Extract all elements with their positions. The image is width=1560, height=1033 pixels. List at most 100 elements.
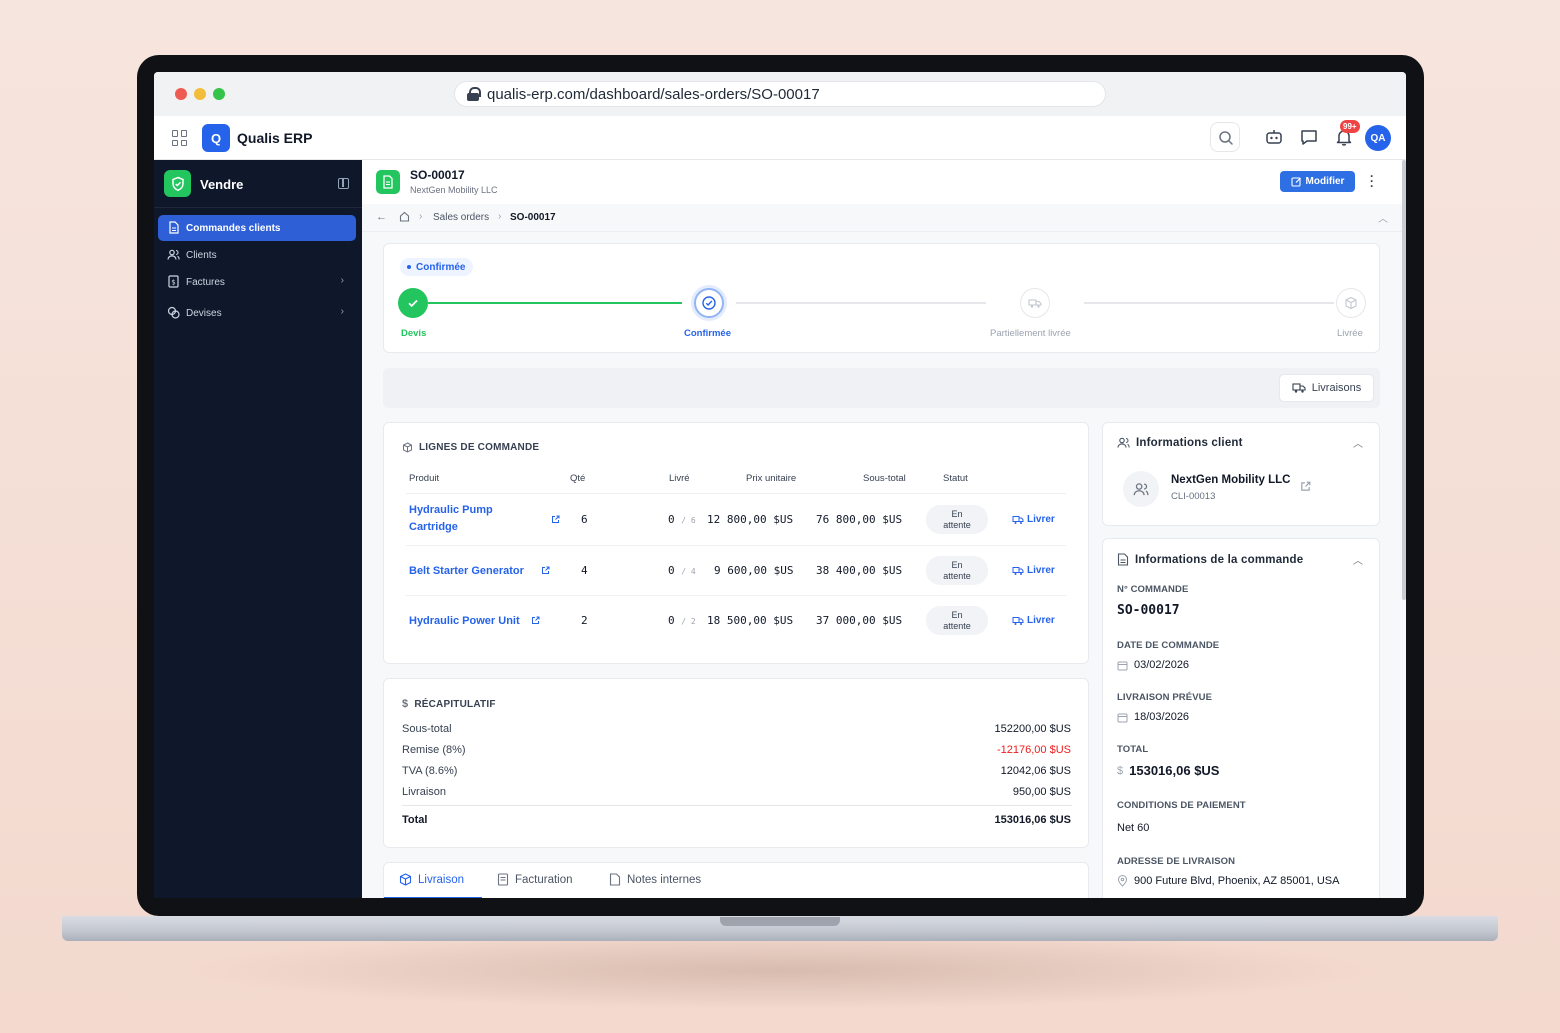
chevron-right-icon: › xyxy=(340,306,344,317)
sidebar-item-devises[interactable]: Devises › xyxy=(158,300,356,326)
status-pill: En attente xyxy=(926,606,988,635)
package-icon xyxy=(399,873,412,886)
summary-total-value: 153016,06 $US xyxy=(994,814,1071,826)
document-icon xyxy=(169,221,179,234)
users-icon xyxy=(1133,483,1149,496)
more-options-icon[interactable]: · · · xyxy=(1370,170,1374,192)
dollar-icon: $ xyxy=(1117,764,1124,777)
deliver-button[interactable]: Livrer xyxy=(1012,514,1055,525)
app-name: Qualis ERP xyxy=(237,130,313,146)
sidebar-item-clients[interactable]: Clients xyxy=(158,242,356,268)
order-info-card: Informations de la commande ︿ N° COMMAND… xyxy=(1102,538,1380,898)
product-link[interactable]: Hydraulic Power Unit xyxy=(409,613,520,630)
minimize-window-button[interactable] xyxy=(194,88,206,100)
row-divider xyxy=(406,493,1066,494)
search-button[interactable] xyxy=(1210,122,1240,152)
order-number-value: SO-00017 xyxy=(1117,603,1180,618)
robot-icon[interactable] xyxy=(1264,127,1284,147)
step-connector-done xyxy=(428,302,682,304)
receipt-icon xyxy=(497,873,509,886)
step-devis xyxy=(398,288,428,318)
breadcrumb-separator: › xyxy=(498,211,502,222)
edit-button[interactable]: Modifier xyxy=(1280,171,1355,192)
sidebar-item-factures[interactable]: $ Factures › xyxy=(158,269,356,295)
back-arrow-icon[interactable]: ← xyxy=(376,211,387,223)
status-badge: Confirmée xyxy=(400,258,474,276)
tab-notes-internes[interactable]: Notes internes xyxy=(609,873,701,886)
user-avatar[interactable]: QA xyxy=(1365,125,1391,151)
summary-value: 950,00 $US xyxy=(1012,786,1071,798)
qty-value: 2 xyxy=(581,614,588,627)
order-total-value: $ 153016,06 $US xyxy=(1117,763,1220,778)
sidebar-item-commandes-clients[interactable]: Commandes clients xyxy=(158,215,356,241)
sidebar-item-label: Devises xyxy=(186,307,222,319)
order-customer: NextGen Mobility LLC xyxy=(410,185,498,195)
step-livree xyxy=(1336,288,1366,318)
client-avatar xyxy=(1123,471,1159,507)
deliver-button[interactable]: Livrer xyxy=(1012,615,1055,626)
dollar-icon: $ xyxy=(402,698,409,710)
edit-button-label: Modifier xyxy=(1305,176,1345,187)
client-info-title: Informations client xyxy=(1117,436,1243,449)
delivered-value: 0 / 2 xyxy=(668,614,696,627)
client-name: NextGen Mobility LLC xyxy=(1171,474,1291,486)
subtotal-value: 76 800,00 $US xyxy=(816,513,903,526)
invoice-icon: $ xyxy=(168,275,179,288)
main-content: SO-00017 NextGen Mobility LLC Modifier ·… xyxy=(362,160,1406,898)
close-window-button[interactable] xyxy=(175,88,187,100)
payment-terms-value: Net 60 xyxy=(1117,822,1150,834)
app-logo[interactable]: Q xyxy=(202,124,230,152)
truck-icon xyxy=(1028,299,1042,308)
step-label: Livrée xyxy=(1337,328,1363,339)
sidebar-item-label: Commandes clients xyxy=(186,222,281,234)
tab-livraison[interactable]: Livraison xyxy=(399,873,464,886)
breadcrumb-sales-orders[interactable]: Sales orders xyxy=(433,212,489,223)
truck-icon xyxy=(1292,383,1306,393)
shipping-address-label: ADRESSE DE LIVRAISON xyxy=(1117,856,1236,867)
external-link-icon[interactable] xyxy=(531,616,540,625)
calendar-icon xyxy=(1117,713,1128,722)
maximize-window-button[interactable] xyxy=(213,88,225,100)
shipping-address-value: 900 Future Blvd, Phoenix, AZ 85001, USA xyxy=(1117,875,1339,887)
summary-value: 152200,00 $US xyxy=(994,723,1071,735)
summary-discount-value: -12176,00 $US xyxy=(997,744,1071,756)
check-circle-icon xyxy=(702,296,716,310)
unit-price-value: 18 500,00 $US xyxy=(707,614,794,627)
apps-grid-icon[interactable] xyxy=(172,130,188,146)
sidebar-title: Vendre xyxy=(200,177,244,192)
truck-icon xyxy=(1012,566,1024,575)
deliver-button[interactable]: Livrer xyxy=(1012,565,1055,576)
url-text: qualis-erp.com/dashboard/sales-orders/SO… xyxy=(487,85,820,103)
order-document-icon xyxy=(376,170,400,194)
order-id: SO-00017 xyxy=(410,168,465,182)
laptop-notch xyxy=(720,917,840,926)
chevron-up-icon[interactable]: ︿ xyxy=(1353,435,1363,450)
external-link-icon[interactable] xyxy=(541,566,550,575)
step-connector xyxy=(1084,302,1334,304)
tab-facturation[interactable]: Facturation xyxy=(497,873,573,886)
active-tab-indicator xyxy=(384,897,482,898)
column-header-product: Produit xyxy=(409,473,440,484)
status-pill: En attente xyxy=(926,556,988,585)
deliveries-button[interactable]: Livraisons xyxy=(1279,374,1374,402)
chevron-up-icon[interactable]: ︿ xyxy=(1353,552,1363,567)
chevron-up-icon[interactable]: ︿ xyxy=(1378,210,1388,225)
summary-total-label: Total xyxy=(402,814,428,826)
summary-divider xyxy=(402,805,1072,806)
chat-icon[interactable] xyxy=(1299,127,1319,147)
column-header-subtotal: Sous-total xyxy=(863,473,906,484)
screen: qualis-erp.com/dashboard/sales-orders/SO… xyxy=(154,72,1406,898)
product-link[interactable]: Belt Starter Generator xyxy=(409,563,524,580)
scrollbar[interactable] xyxy=(1402,160,1406,600)
summary-title: $ RÉCAPITULATIF xyxy=(402,698,496,710)
product-link[interactable]: Hydraulic Pump Cartridge xyxy=(409,502,529,536)
external-link-icon[interactable] xyxy=(1300,481,1311,492)
home-icon[interactable] xyxy=(399,211,410,222)
step-label: Confirmée xyxy=(684,328,731,339)
client-info-card: Informations client ︿ NextGen Mobility L… xyxy=(1102,422,1380,526)
address-bar[interactable]: qualis-erp.com/dashboard/sales-orders/SO… xyxy=(454,81,1106,107)
external-link-icon[interactable] xyxy=(551,515,560,524)
sidebar-collapse-icon[interactable] xyxy=(338,178,349,189)
app-header: Q Qualis ERP 99+ QA xyxy=(154,116,1406,160)
breadcrumb-current: SO-00017 xyxy=(510,212,556,223)
